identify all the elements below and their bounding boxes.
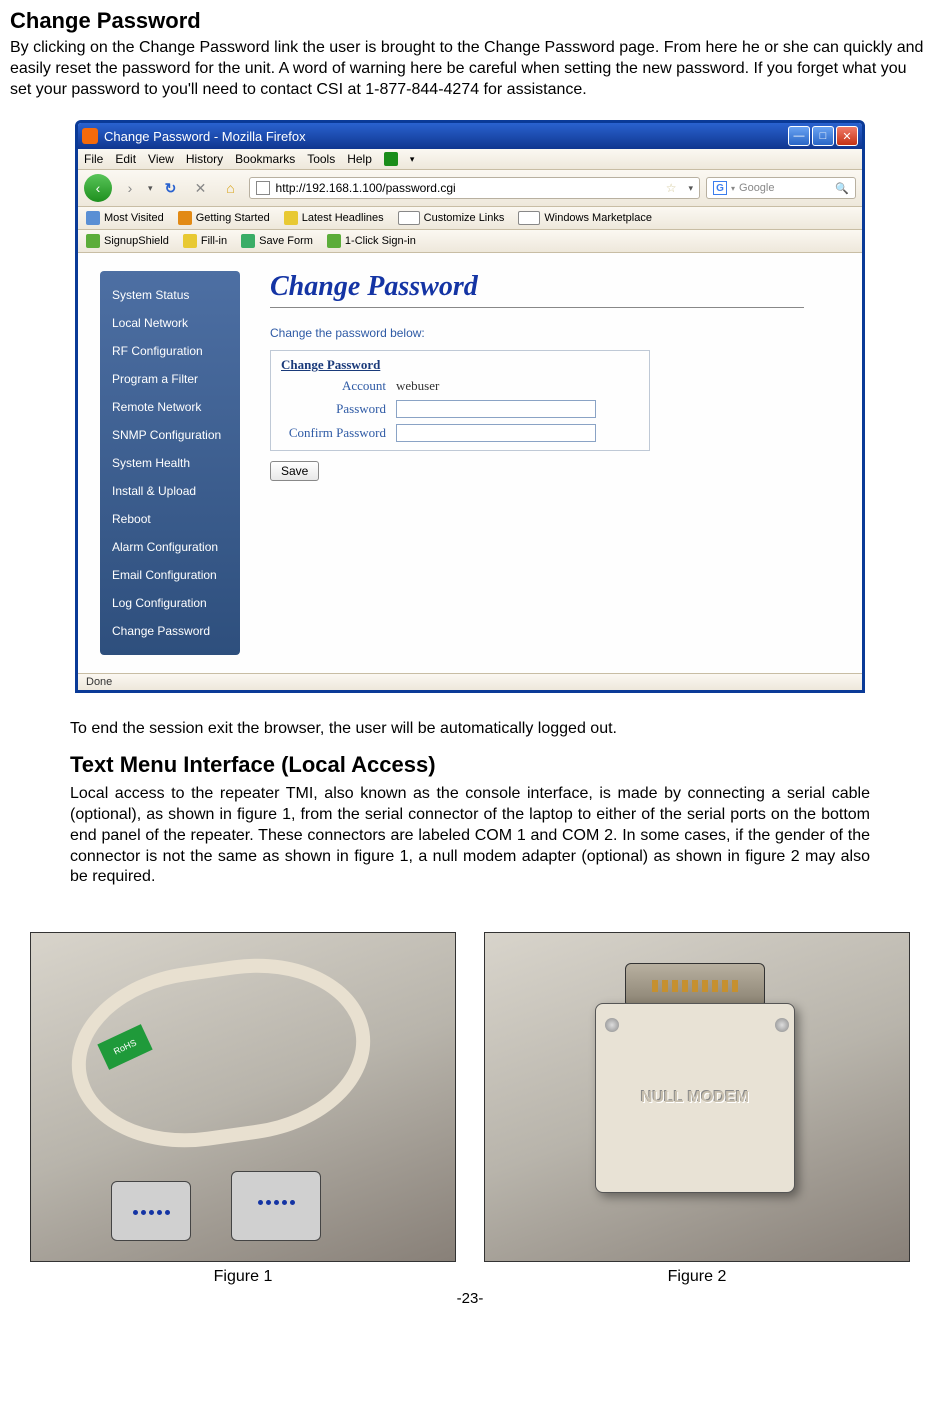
sidenav-change-password[interactable]: Change Password [100,617,240,645]
page-icon [398,211,420,225]
bookmark-latest-headlines[interactable]: Latest Headlines [284,211,384,225]
figure-2-image: NULL MODEM [484,932,910,1262]
sidenav-system-health[interactable]: System Health [100,449,240,477]
paragraph-local-access: Local access to the repeater TMI, also k… [70,784,870,888]
toolbar-saveform[interactable]: Save Form [241,234,313,248]
close-button[interactable]: ✕ [836,126,858,146]
menu-history[interactable]: History [186,152,223,166]
history-dropdown-icon[interactable]: ▾ [148,183,153,194]
back-button[interactable]: ‹ [84,174,112,202]
search-engine-dropdown-icon[interactable]: ▾ [731,184,735,193]
forward-button[interactable]: › [118,176,142,200]
shield-icon [86,234,100,248]
menu-file[interactable]: File [84,152,103,166]
menu-bar: File Edit View History Bookmarks Tools H… [78,149,862,170]
content-heading: Change Password [270,271,832,303]
url-text: http://192.168.1.100/password.cgi [276,181,456,195]
page-icon [518,211,540,225]
heading-underline [270,307,804,308]
window-titlebar: Change Password - Mozilla Firefox — □ ✕ [78,123,862,149]
home-button[interactable]: ⌂ [219,176,243,200]
confirm-password-label: Confirm Password [281,425,396,441]
firefox-icon [178,211,192,225]
window-title: Change Password - Mozilla Firefox [104,129,788,144]
status-text: Done [86,676,112,688]
sidenav-remote-network[interactable]: Remote Network [100,393,240,421]
stop-button[interactable]: ✕ [189,176,213,200]
bookmark-customize-links[interactable]: Customize Links [398,211,505,225]
figure-1-image: RoHS [30,932,456,1262]
google-icon: G [713,181,727,195]
search-icon[interactable]: 🔍 [835,182,849,195]
toolbar-oneclick[interactable]: 1-Click Sign-in [327,234,416,248]
save-icon [241,234,255,248]
url-dropdown-icon[interactable]: ▾ [688,183,693,194]
minimize-button[interactable]: — [788,126,810,146]
menu-bookmarks[interactable]: Bookmarks [235,152,295,166]
save-button[interactable]: Save [270,461,319,481]
figure-1: RoHS Figure 1 [30,932,456,1286]
heading-text-menu-interface: Text Menu Interface (Local Access) [70,752,870,778]
sidenav-system-status[interactable]: System Status [100,281,240,309]
shield-icon[interactable] [384,152,398,166]
account-label: Account [281,378,396,394]
page-icon [256,181,270,195]
bookmark-star-icon[interactable]: ☆ [660,181,683,195]
signupshield-toolbar: SignupShield Fill-in Save Form 1-Click S… [78,230,862,253]
paragraph-post-screenshot: To end the session exit the browser, the… [70,719,870,740]
side-navigation: System Status Local Network RF Configura… [100,271,240,655]
menu-dropdown-icon[interactable]: ▾ [410,154,415,165]
figure-1-caption: Figure 1 [30,1268,456,1286]
figures-row: RoHS Figure 1 NULL MODEM Figure 2 [10,908,930,1286]
rss-icon [284,211,298,225]
bookmark-most-visited[interactable]: Most Visited [86,211,164,225]
password-label: Password [281,401,396,417]
heading-change-password: Change Password [10,8,930,34]
sidenav-rf-configuration[interactable]: RF Configuration [100,337,240,365]
confirm-password-input[interactable] [396,424,596,442]
toolbar-signupshield[interactable]: SignupShield [86,234,169,248]
sidenav-alarm-configuration[interactable]: Alarm Configuration [100,533,240,561]
instruction-text: Change the password below: [270,326,832,340]
shield-icon [327,234,341,248]
account-value: webuser [396,378,439,394]
search-bar[interactable]: G ▾ Google 🔍 [706,177,856,199]
change-password-form: Change Password Account webuser Password… [270,350,650,451]
search-placeholder: Google [739,182,774,194]
password-input[interactable] [396,400,596,418]
main-panel: Change Password Change the password belo… [240,271,862,655]
bookmarks-toolbar: Most Visited Getting Started Latest Head… [78,207,862,230]
navigation-toolbar: ‹ › ▾ ↻ ✕ ⌂ http://192.168.1.100/passwor… [78,170,862,207]
menu-help[interactable]: Help [347,152,372,166]
page-content: System Status Local Network RF Configura… [78,253,862,673]
pencil-icon [183,234,197,248]
folder-icon [86,211,100,225]
menu-view[interactable]: View [148,152,174,166]
url-bar[interactable]: http://192.168.1.100/password.cgi ☆ ▾ [249,177,700,199]
sidenav-install-upload[interactable]: Install & Upload [100,477,240,505]
status-bar: Done [78,673,862,690]
firefox-icon [82,128,98,144]
figure-2-caption: Figure 2 [484,1268,910,1286]
sidenav-email-configuration[interactable]: Email Configuration [100,561,240,589]
sidenav-reboot[interactable]: Reboot [100,505,240,533]
browser-screenshot: Change Password - Mozilla Firefox — □ ✕ … [10,120,930,709]
menu-edit[interactable]: Edit [115,152,136,166]
maximize-button[interactable]: □ [812,126,834,146]
toolbar-fillin[interactable]: Fill-in [183,234,227,248]
sidenav-local-network[interactable]: Local Network [100,309,240,337]
bookmark-getting-started[interactable]: Getting Started [178,211,270,225]
figure-2: NULL MODEM Figure 2 [484,932,910,1286]
null-modem-label: NULL MODEM [640,1088,750,1138]
bookmark-windows-marketplace[interactable]: Windows Marketplace [518,211,652,225]
reload-button[interactable]: ↻ [159,176,183,200]
sidenav-snmp-configuration[interactable]: SNMP Configuration [100,421,240,449]
sidenav-program-filter[interactable]: Program a Filter [100,365,240,393]
page-number: -23- [10,1290,930,1317]
form-title: Change Password [271,351,649,375]
menu-tools[interactable]: Tools [307,152,335,166]
paragraph-intro: By clicking on the Change Password link … [10,38,930,100]
sidenav-log-configuration[interactable]: Log Configuration [100,589,240,617]
